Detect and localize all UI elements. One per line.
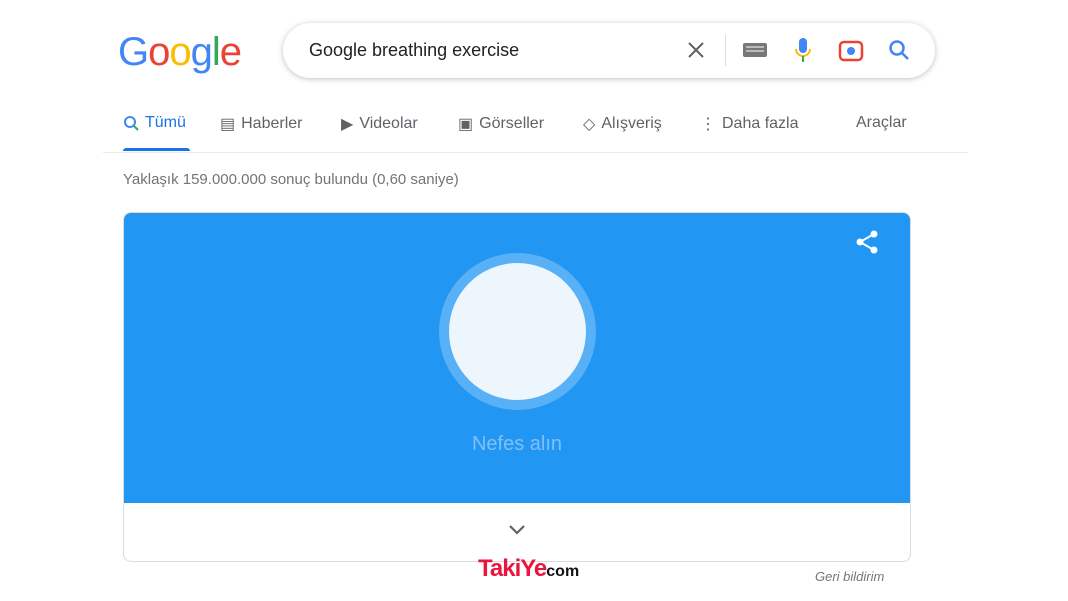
breathing-exercise-card: Nefes alın [123, 212, 911, 562]
watermark-main: TakiYe [478, 555, 547, 582]
tab-label: Görseller [479, 115, 545, 132]
result-stats: Yaklaşık 159.000.000 sonuç bulundu (0,60… [123, 171, 459, 188]
divider [103, 152, 968, 153]
keyboard-icon[interactable] [742, 37, 768, 63]
share-icon[interactable] [854, 229, 880, 260]
search-icon [124, 116, 139, 131]
tools-button[interactable]: Araçlar [856, 114, 907, 132]
tab-label: Daha fazla [722, 115, 799, 132]
tab-shopping[interactable]: ◇ Alışveriş [583, 114, 662, 134]
breathing-prompt: Nefes alın [471, 433, 563, 455]
tab-label: Videolar [359, 115, 418, 132]
tab-images[interactable]: ▣ Görseller [458, 114, 544, 134]
breathing-panel: Nefes alın [124, 213, 910, 503]
search-icon[interactable] [886, 37, 912, 63]
tab-label: Tümü [145, 114, 186, 131]
watermark-logo: TakiYecom [478, 555, 579, 583]
watermark-suffix: com [546, 563, 580, 580]
more-vert-icon: ⋮ [700, 116, 716, 133]
tag-icon: ◇ [583, 116, 596, 133]
image-icon: ▣ [458, 116, 474, 133]
divider [725, 35, 726, 66]
microphone-icon[interactable] [790, 37, 816, 63]
tab-all[interactable]: Tümü [123, 114, 186, 132]
search-input[interactable]: Google breathing exercise [309, 40, 519, 61]
tab-label: Haberler [241, 115, 303, 132]
camera-lens-icon[interactable] [838, 37, 864, 63]
search-box[interactable]: Google breathing exercise [283, 23, 935, 78]
tab-news[interactable]: ▤ Haberler [220, 114, 302, 134]
tab-label: Alışveriş [601, 115, 662, 132]
clear-icon[interactable] [683, 37, 709, 63]
tools-label: Araçlar [856, 114, 907, 131]
tab-videos[interactable]: ▶ Videolar [341, 114, 418, 134]
google-logo[interactable]: Google [118, 30, 242, 75]
breathing-circle [449, 263, 586, 400]
active-tab-indicator [123, 148, 190, 151]
news-icon: ▤ [220, 116, 236, 133]
tab-more[interactable]: ⋮ Daha fazla [700, 114, 799, 134]
expand-chevron-icon[interactable] [508, 523, 526, 541]
feedback-link[interactable]: Geri bildirim [815, 569, 884, 584]
video-icon: ▶ [341, 116, 354, 133]
